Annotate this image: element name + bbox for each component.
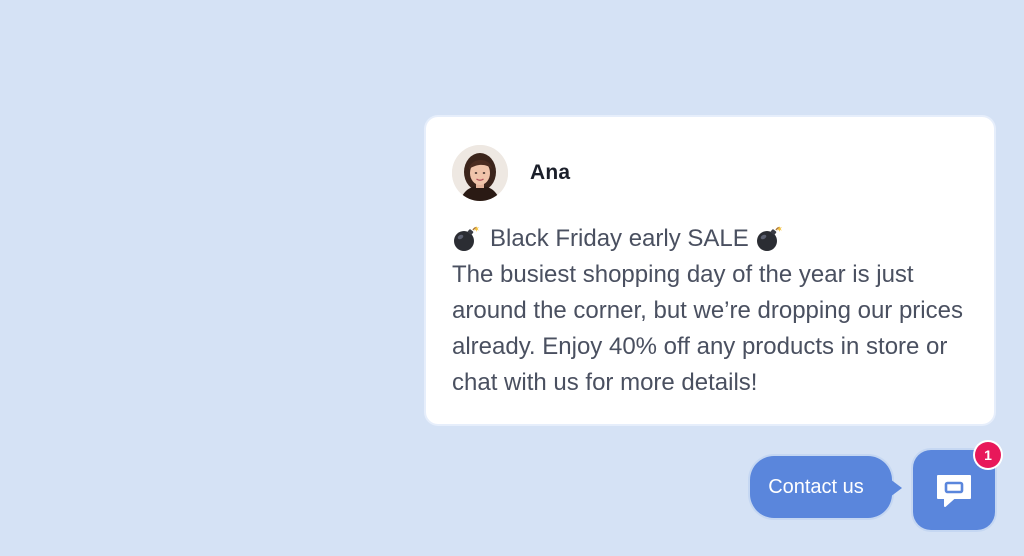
chat-icon [937,475,971,507]
message-headline: Black Friday early SALE [452,221,968,257]
avatar [452,145,508,201]
author-name: Ana [530,161,571,184]
avatar-image [452,145,508,201]
contact-us-button[interactable]: Contact us [750,456,902,518]
message-text: The busiest shopping day of the year is … [452,261,963,396]
headline-text: Black Friday early SALE [490,225,749,252]
bomb-icon [755,225,783,253]
message-author: Ana [452,145,968,201]
bubble-tail [886,476,902,500]
notification-badge: 1 [975,442,1001,468]
chat-message-card[interactable]: Ana Black Friday early SALE The busiest … [426,117,994,424]
bomb-icon [452,225,480,253]
contact-us-label: Contact us [768,475,864,498]
message-body: Black Friday early SALE The busiest shop… [452,221,968,401]
